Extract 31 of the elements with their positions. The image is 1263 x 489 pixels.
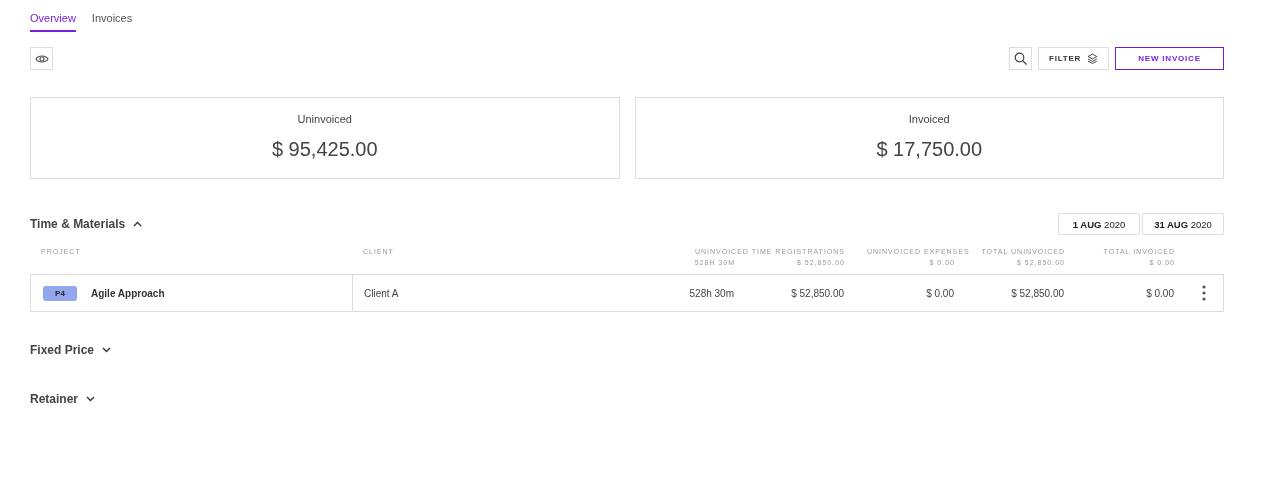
table-cell-text: $ 0.00 bbox=[925, 287, 955, 299]
more-icon bbox=[1202, 285, 1206, 301]
visibility-button[interactable] bbox=[30, 47, 53, 70]
chevron-down-icon bbox=[86, 396, 96, 402]
section-toggle[interactable]: Time & Materials bbox=[30, 217, 143, 231]
card-label: Uninvoiced bbox=[297, 113, 352, 125]
table-cell-text: $ 52,850.00 bbox=[1010, 287, 1065, 299]
date-button[interactable]: 31 AUG 2020 bbox=[1142, 213, 1224, 235]
filter-button[interactable]: FILTER bbox=[1038, 47, 1109, 70]
project-badge: P4 bbox=[43, 285, 77, 301]
card-label: Invoiced bbox=[908, 113, 950, 125]
date-button[interactable]: 1 AUG 2020 bbox=[1058, 213, 1140, 235]
search-icon bbox=[1014, 52, 1027, 65]
table-cell-text: $ 52,850.00 bbox=[790, 287, 845, 299]
section-toggle[interactable]: Retainer bbox=[30, 392, 96, 406]
new-invoice-button[interactable]: NEW INVOICE bbox=[1115, 47, 1224, 70]
table-row[interactable]: P4 Agile Approach Client A 528h 30m $ 52,850.00 $ 0.00 $ 52,850.00 $ 0.00 bbox=[30, 274, 1224, 312]
section-toggle[interactable]: Fixed Price bbox=[30, 343, 112, 357]
chevron-up-icon bbox=[133, 221, 143, 227]
tab[interactable]: Invoices bbox=[91, 12, 133, 32]
project-name: Agile Approach bbox=[91, 287, 165, 299]
tab[interactable]: Overview bbox=[30, 12, 76, 32]
table-cell-text: $ 0.00 bbox=[1145, 287, 1175, 299]
card-amount: $ 17,750.00 bbox=[876, 138, 983, 161]
layers-icon bbox=[1087, 53, 1098, 64]
search-button[interactable] bbox=[1009, 47, 1032, 70]
card-amount: $ 95,425.00 bbox=[271, 138, 378, 161]
eye-icon bbox=[34, 53, 49, 64]
table-cell-text: Client A bbox=[363, 287, 400, 299]
chevron-down-icon bbox=[102, 347, 112, 353]
table-cell-text: 528h 30m bbox=[688, 287, 735, 299]
